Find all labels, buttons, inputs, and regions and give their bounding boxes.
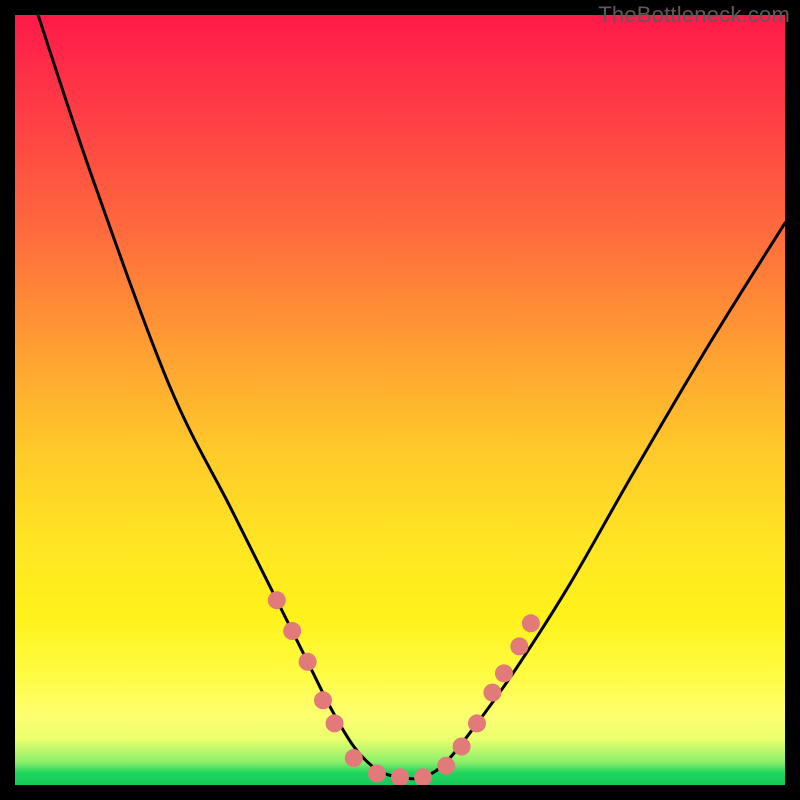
curve-marker bbox=[268, 591, 286, 609]
curve-marker bbox=[391, 768, 409, 785]
curve-marker bbox=[314, 691, 332, 709]
curve-marker bbox=[495, 664, 513, 682]
curve-marker bbox=[453, 738, 471, 756]
curve-marker bbox=[345, 749, 363, 767]
curve-marker bbox=[299, 653, 317, 671]
bottleneck-curve bbox=[38, 15, 785, 779]
chart-stage: TheBottleneck.com bbox=[0, 0, 800, 800]
curve-marker bbox=[483, 684, 501, 702]
curve-marker bbox=[468, 714, 486, 732]
curve-marker bbox=[522, 614, 540, 632]
plot-area bbox=[15, 15, 785, 785]
curve-group bbox=[38, 15, 785, 779]
curve-layer bbox=[15, 15, 785, 785]
watermark-text: TheBottleneck.com bbox=[598, 2, 790, 28]
curve-marker bbox=[326, 714, 344, 732]
curve-marker bbox=[368, 764, 386, 782]
curve-marker bbox=[437, 757, 455, 775]
marker-group bbox=[268, 591, 540, 785]
curve-marker bbox=[283, 622, 301, 640]
curve-marker bbox=[510, 637, 528, 655]
curve-marker bbox=[414, 768, 432, 785]
